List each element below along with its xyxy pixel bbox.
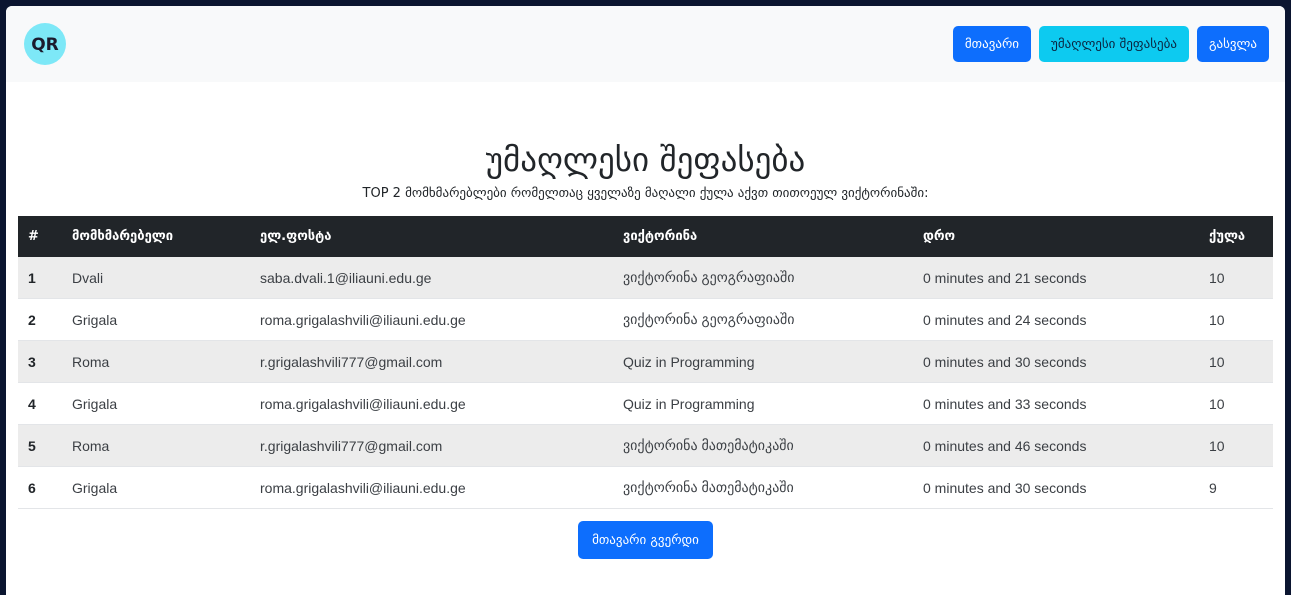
cell-user: Dvali (62, 257, 250, 299)
page-subtitle: TOP 2 მომხმარებლები რომელთაც ყველაზე მაღ… (362, 186, 929, 201)
home-button[interactable]: მთავარი (952, 26, 1032, 62)
cell-user: Roma (62, 340, 250, 383)
cell-quiz: Quiz in Programming (613, 382, 913, 425)
cell-index: 4 (18, 382, 62, 425)
nav-buttons: მთავარი უმაღლესი შეფასება გასვლა (952, 26, 1269, 62)
header-score: ქულა (1209, 229, 1246, 244)
cell-quiz: ვიქტორინა გეოგრაფიაში (613, 298, 913, 341)
table-row: 2 Grigala roma.grigalashvili@iliauni.edu… (18, 298, 1273, 341)
cell-email: roma.grigalashvili@iliauni.edu.ge (250, 466, 613, 509)
cell-time: 0 minutes and 24 seconds (913, 298, 1199, 341)
leaderboard-table: # მომხმარებელი ელ.ფოსტა ვიქტორინა დრო ქუ… (18, 216, 1273, 509)
table-row: 3 Roma r.grigalashvili777@gmail.com Quiz… (18, 340, 1273, 383)
cell-user: Grigala (62, 298, 250, 341)
cell-time: 0 minutes and 33 seconds (913, 382, 1199, 425)
logout-button[interactable]: გასვლა (1196, 26, 1269, 62)
table-row: 1 Dvali saba.dvali.1@iliauni.edu.ge ვიქტ… (18, 257, 1273, 299)
main-content: უმაღლესი შეფასება TOP 2 მომხმარებლები რო… (6, 82, 1285, 595)
cell-index: 6 (18, 466, 62, 509)
app-window: QR მთავარი უმაღლესი შეფასება გასვლა უმაღ… (6, 6, 1285, 595)
svg-text:QR: QR (31, 35, 59, 55)
cell-index: 1 (18, 257, 62, 299)
qr-logo-icon: QR (31, 35, 59, 55)
footer-actions: მთავარი გვერდი (18, 521, 1273, 559)
table-row: 4 Grigala roma.grigalashvili@iliauni.edu… (18, 382, 1273, 425)
page-title: უმაღლესი შეფასება (485, 140, 806, 179)
cell-email: saba.dvali.1@iliauni.edu.ge (250, 257, 613, 299)
cell-index: 3 (18, 340, 62, 383)
table-row: 5 Roma r.grigalashvili777@gmail.com ვიქტ… (18, 424, 1273, 467)
cell-time: 0 minutes and 30 seconds (913, 340, 1199, 383)
cell-index: 5 (18, 424, 62, 467)
home-page-button[interactable]: მთავარი გვერდი (578, 521, 713, 559)
cell-score: 10 (1199, 424, 1273, 467)
table-header-row: # მომხმარებელი ელ.ფოსტა ვიქტორინა დრო ქუ… (18, 216, 1273, 257)
cell-email: r.grigalashvili777@gmail.com (250, 340, 613, 383)
navbar: QR მთავარი უმაღლესი შეფასება გასვლა (6, 6, 1285, 82)
cell-time: 0 minutes and 21 seconds (913, 257, 1199, 299)
cell-score: 10 (1199, 257, 1273, 299)
cell-score: 10 (1199, 298, 1273, 341)
logo[interactable]: QR (24, 23, 66, 65)
top-score-button[interactable]: უმაღლესი შეფასება (1039, 26, 1189, 62)
header-user: მომხმარებელი (72, 229, 174, 244)
header-time: დრო (923, 229, 956, 244)
cell-quiz: Quiz in Programming (613, 340, 913, 383)
cell-email: roma.grigalashvili@iliauni.edu.ge (250, 382, 613, 425)
table-row: 6 Grigala roma.grigalashvili@iliauni.edu… (18, 466, 1273, 509)
cell-time: 0 minutes and 30 seconds (913, 466, 1199, 509)
cell-email: roma.grigalashvili@iliauni.edu.ge (250, 298, 613, 341)
cell-index: 2 (18, 298, 62, 341)
header-quiz: ვიქტორინა (623, 229, 698, 244)
cell-score: 9 (1199, 466, 1273, 509)
cell-score: 10 (1199, 382, 1273, 425)
cell-time: 0 minutes and 46 seconds (913, 424, 1199, 467)
header-email: ელ.ფოსტა (260, 229, 332, 244)
cell-quiz: ვიქტორინა მათემატიკაში (613, 466, 913, 509)
cell-user: Grigala (62, 382, 250, 425)
cell-user: Grigala (62, 466, 250, 509)
cell-score: 10 (1199, 340, 1273, 383)
cell-quiz: ვიქტორინა მათემატიკაში (613, 424, 913, 467)
header-index: # (28, 229, 39, 244)
cell-user: Roma (62, 424, 250, 467)
cell-email: r.grigalashvili777@gmail.com (250, 424, 613, 467)
cell-quiz: ვიქტორინა გეოგრაფიაში (613, 257, 913, 299)
